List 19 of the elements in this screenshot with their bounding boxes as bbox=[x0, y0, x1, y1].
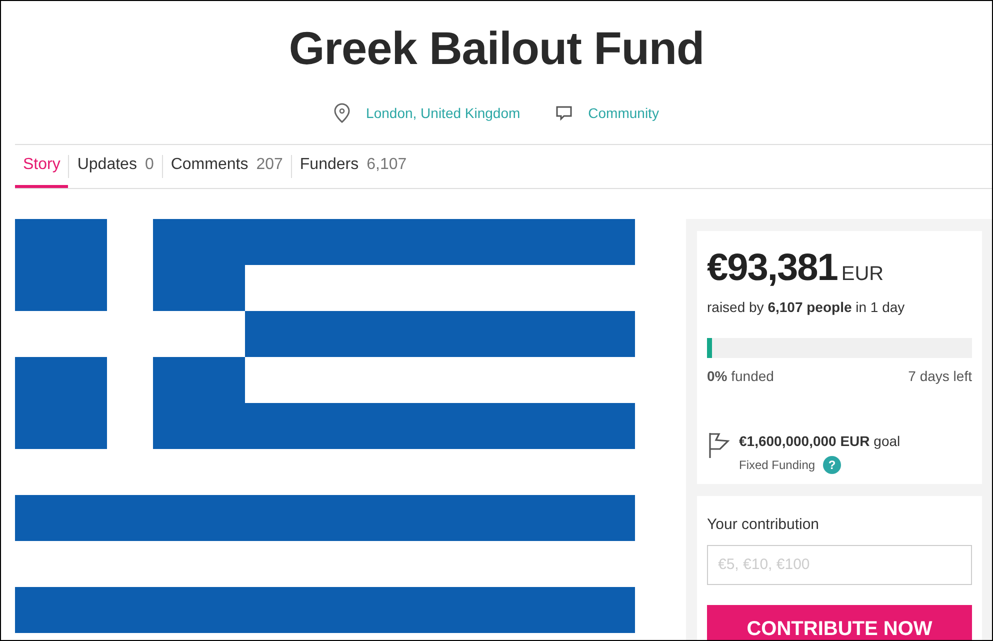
contribution-label: Your contribution bbox=[707, 515, 820, 536]
tab[interactable]: Comments 207 bbox=[162, 145, 291, 188]
meta-link[interactable]: Community bbox=[588, 102, 659, 124]
goal-text: €1,600,000,000 EUR goal bbox=[739, 432, 900, 452]
tab[interactable]: Funders 6,107 bbox=[292, 145, 415, 188]
help-button[interactable]: ? bbox=[823, 456, 842, 474]
speech-bubble-icon bbox=[556, 105, 572, 122]
currency-label: EUR bbox=[841, 262, 884, 288]
tab[interactable]: Updates 0 bbox=[69, 145, 162, 188]
raised-amount: €93,381 bbox=[707, 249, 838, 288]
funded-percent: 0% funded bbox=[707, 367, 774, 386]
location-pin-icon bbox=[334, 103, 350, 124]
flag-icon bbox=[707, 431, 731, 460]
days-left: 7 days left bbox=[908, 367, 972, 386]
raised-text: raised by 6,107 people in 1 day bbox=[707, 298, 906, 318]
page-title: Greek Bailout Fund bbox=[288, 21, 706, 76]
meta-link[interactable]: London, United Kingdom bbox=[366, 102, 520, 124]
contribute-button[interactable]: CONTRIBUTE NOW bbox=[707, 604, 972, 640]
funding-type: Fixed Funding bbox=[739, 457, 816, 474]
